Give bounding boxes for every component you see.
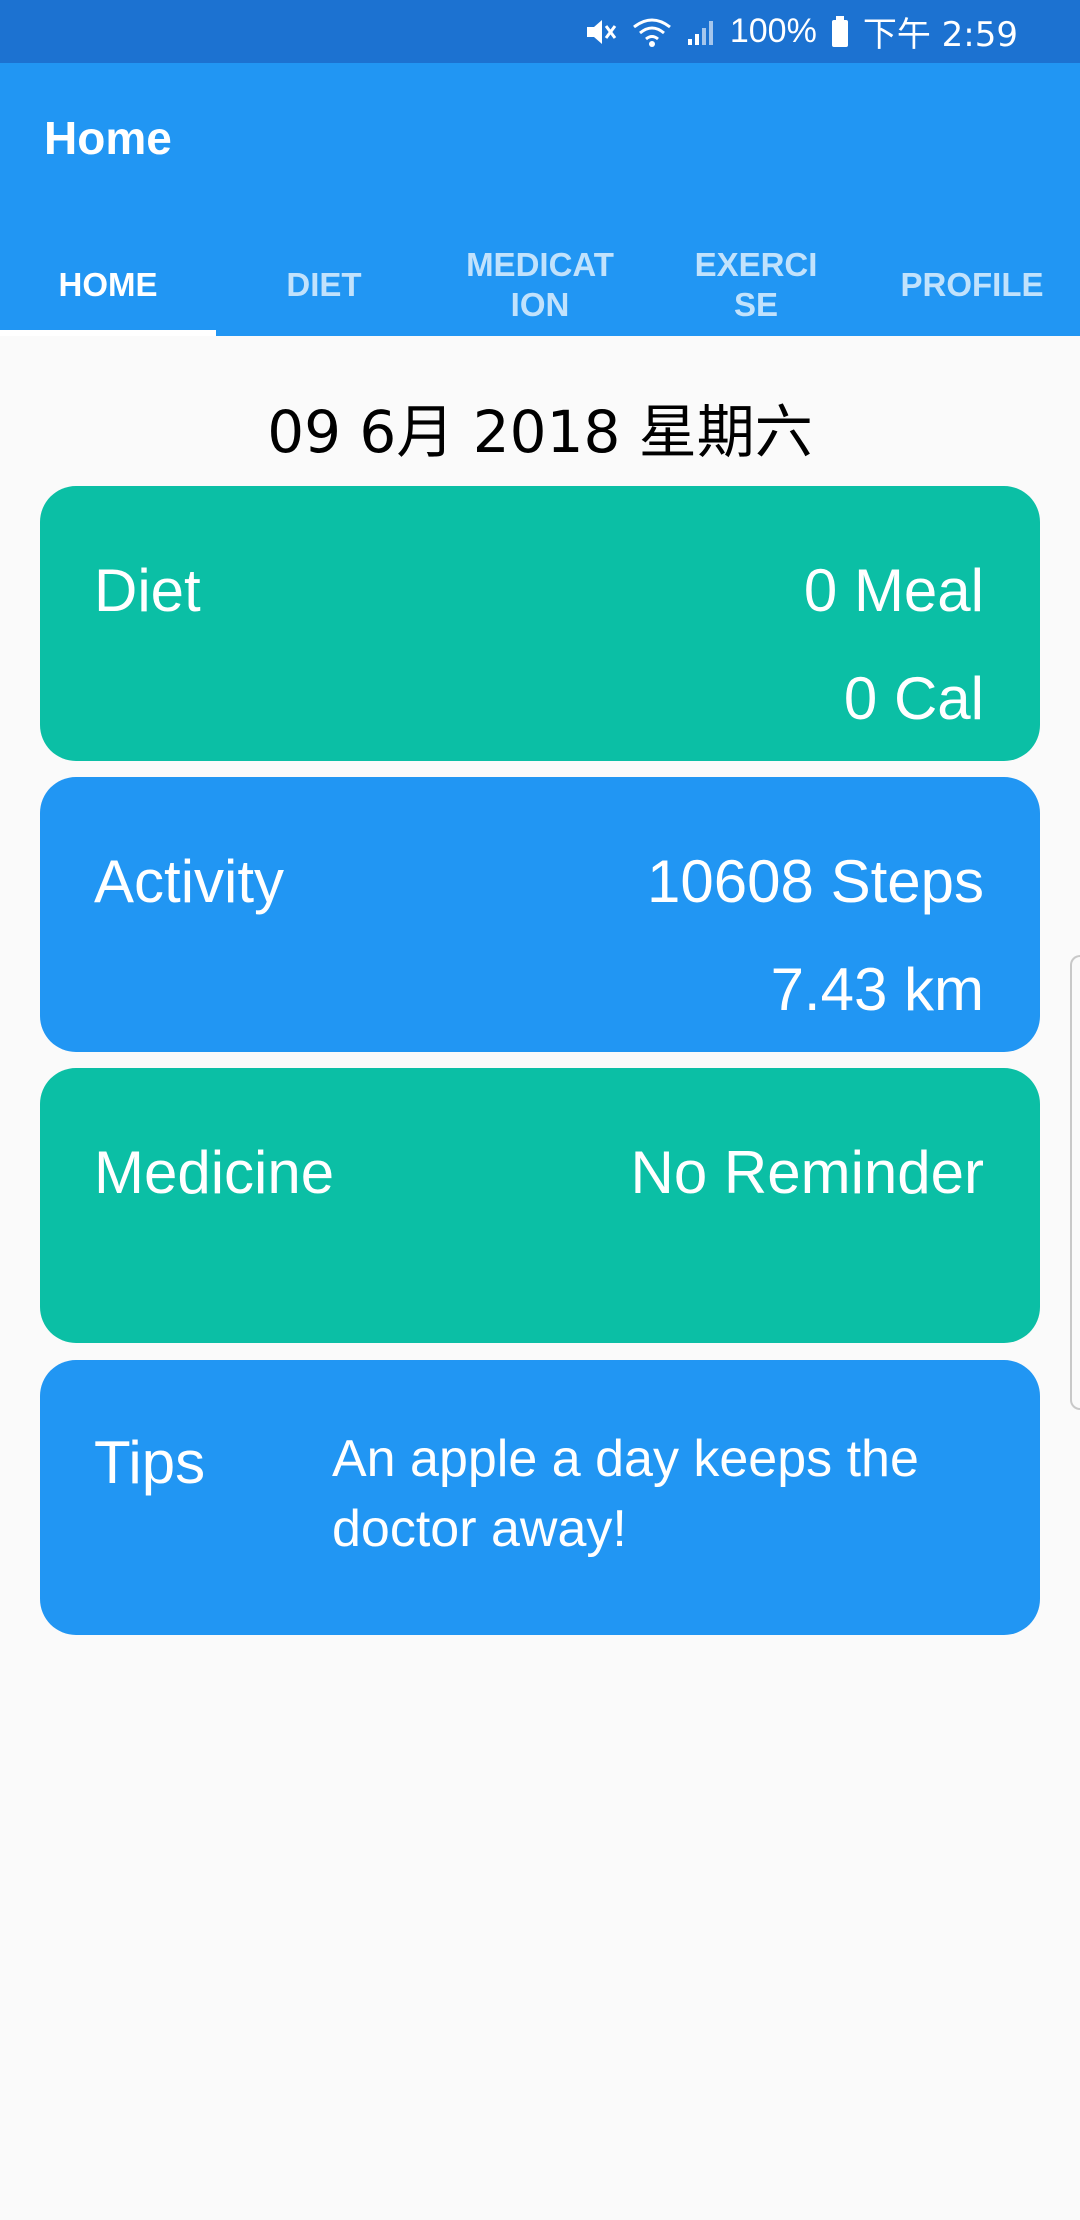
tab-medication[interactable]: MEDICATION <box>432 233 648 336</box>
medicine-card[interactable]: Medicine No Reminder <box>40 1068 1040 1343</box>
status-bar: 100% 下午 2:59 <box>0 0 1080 63</box>
signal-icon <box>686 17 716 47</box>
status-time: 下午 2:59 <box>862 15 1018 55</box>
battery-text: 100% <box>729 12 817 50</box>
page-title: Home <box>44 112 172 164</box>
activity-card[interactable]: Activity 10608 Steps 7.43 km <box>40 777 1040 1052</box>
tab-exercise[interactable]: EXERCISE <box>648 233 864 336</box>
tab-profile[interactable]: PROFILE <box>864 233 1080 336</box>
app-bar: Home HOME DIET MEDICATION EXERCISE PROFI… <box>0 63 1080 336</box>
edge-panel-handle[interactable] <box>1070 955 1080 1410</box>
diet-card[interactable]: Diet 0 Meal 0 Cal <box>40 486 1040 761</box>
tab-home[interactable]: HOME <box>0 233 216 336</box>
tip-text: An apple a day keeps the doctor away! <box>332 1430 919 1558</box>
calorie-count: 0 Cal <box>843 665 984 732</box>
tab-diet[interactable]: DIET <box>216 233 432 336</box>
meal-count: 0 Meal <box>803 557 984 624</box>
mute-icon <box>584 17 618 47</box>
medicine-label: Medicine <box>94 1139 335 1206</box>
diet-label: Diet <box>94 557 201 624</box>
tab-bar: HOME DIET MEDICATION EXERCISE PROFILE <box>0 233 1080 336</box>
tips-card[interactable]: Tips An apple a day keeps the doctor awa… <box>40 1360 1040 1635</box>
step-count: 10608 Steps <box>647 848 984 915</box>
battery-icon <box>831 15 849 48</box>
tips-label: Tips <box>94 1429 206 1496</box>
activity-label: Activity <box>94 848 285 915</box>
tab-label: HOME <box>58 265 158 303</box>
tab-label: EXERCISE <box>694 245 818 323</box>
medicine-status: No Reminder <box>630 1139 984 1206</box>
date-display: 09 6月 2018 星期六 <box>267 398 813 466</box>
tab-label: PROFILE <box>900 265 1044 303</box>
tab-label: MEDICATION <box>466 245 614 323</box>
wifi-icon <box>632 17 672 47</box>
distance-value: 7.43 km <box>770 956 984 1023</box>
tab-label: DIET <box>286 265 362 303</box>
